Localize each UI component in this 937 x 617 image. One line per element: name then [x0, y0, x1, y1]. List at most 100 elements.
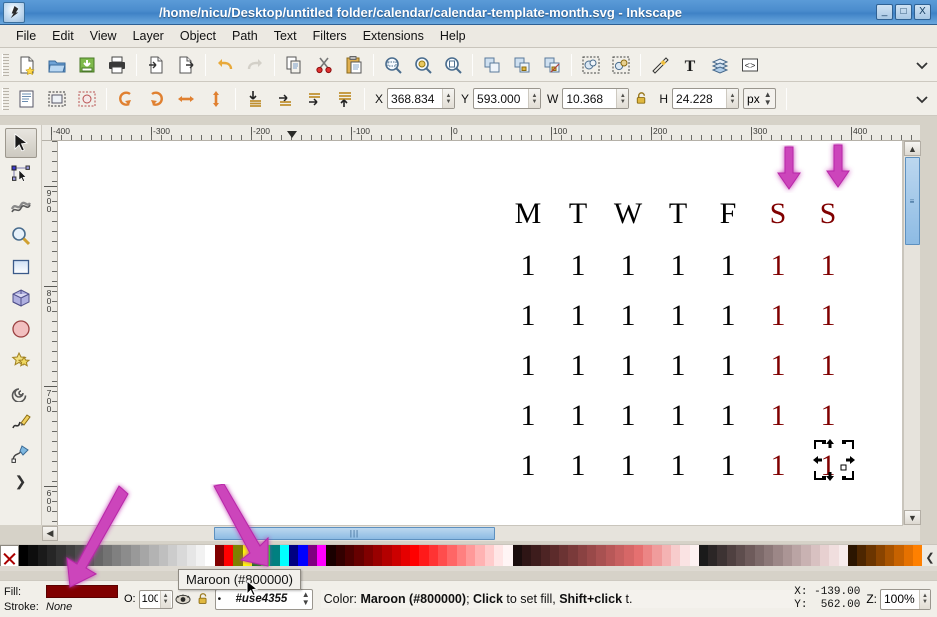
lower-to-bottom-button[interactable] [241, 85, 269, 113]
palette-swatch[interactable] [708, 545, 718, 567]
calendar-day-cell[interactable]: 1 [653, 241, 703, 291]
palette-swatch[interactable] [587, 545, 597, 567]
palette-swatch[interactable] [307, 545, 317, 567]
y-field[interactable]: ▲▼ [473, 88, 542, 109]
palette-swatch[interactable] [102, 545, 113, 567]
calendar-day-cell[interactable]: 1 [603, 341, 653, 391]
vscroll-up-button[interactable]: ▲ [904, 141, 921, 156]
ungroup-button[interactable] [607, 51, 635, 79]
select-all-button[interactable] [13, 85, 41, 113]
ellipse-tool[interactable] [5, 314, 37, 344]
calendar-day-cell[interactable]: 1 [703, 341, 753, 391]
raise-to-top-button[interactable] [331, 85, 359, 113]
calendar-day-cell[interactable]: 1 [503, 441, 553, 491]
palette-swatch[interactable] [158, 545, 168, 567]
calendar-header-sat[interactable]: S [753, 186, 803, 241]
node-editor-tool[interactable] [5, 159, 37, 189]
palette-swatch[interactable] [782, 545, 792, 567]
palette-swatch[interactable] [819, 545, 830, 567]
palette-swatch[interactable] [344, 545, 355, 567]
palette-swatch[interactable] [261, 545, 271, 567]
palette-swatch[interactable] [764, 545, 774, 567]
zoom-control[interactable]: Z: ▲▼ [866, 588, 931, 610]
calendar-day-cell[interactable]: 1 [803, 341, 853, 391]
drawing-canvas[interactable]: M T W T F S S 1 1 1 1 1 1 1 1 1 1 1 1 1 … [58, 141, 903, 525]
palette-swatch[interactable] [670, 545, 681, 567]
h-field[interactable]: ▲▼ [672, 88, 740, 109]
fill-stroke-indicator[interactable]: Fill: Stroke: None [0, 582, 120, 616]
palette-swatch[interactable] [745, 545, 755, 567]
palette-swatch[interactable] [279, 545, 290, 567]
palette-swatch[interactable] [56, 545, 66, 567]
palette-swatch[interactable] [335, 545, 345, 567]
palette-swatch[interactable] [754, 545, 764, 567]
eye-icon[interactable] [173, 589, 193, 609]
palette-swatch[interactable] [37, 545, 47, 567]
palette-swatch[interactable] [447, 545, 457, 567]
palette-swatch[interactable] [354, 545, 364, 567]
palette-swatch[interactable] [177, 545, 187, 567]
calendar-day-cell[interactable]: 1 [803, 441, 853, 491]
calendar-header-wed[interactable]: W [603, 186, 653, 241]
palette-swatch[interactable] [596, 545, 606, 567]
vscroll-thumb[interactable]: ≡ [905, 157, 920, 245]
menu-extensions[interactable]: Extensions [355, 26, 432, 46]
palette-swatch[interactable] [680, 545, 690, 567]
select-all-layers-button[interactable] [43, 85, 71, 113]
palette-swatch[interactable] [372, 545, 383, 567]
palette-swatch[interactable] [661, 545, 671, 567]
palette-swatch[interactable] [615, 545, 625, 567]
raise-button[interactable] [301, 85, 329, 113]
calendar-day-cell[interactable]: 1 [753, 241, 803, 291]
palette-swatch[interactable] [559, 545, 569, 567]
calendar-day-cell[interactable]: 1 [503, 241, 553, 291]
palette-swatch[interactable] [466, 545, 476, 567]
palette-swatch[interactable] [149, 545, 159, 567]
palette-swatch[interactable] [270, 545, 280, 567]
palette-swatch[interactable] [810, 545, 820, 567]
h-input[interactable] [673, 89, 727, 108]
close-button[interactable]: X [914, 4, 931, 20]
zoom-selection-button[interactable] [379, 51, 407, 79]
calendar-day-cell[interactable]: 1 [603, 391, 653, 441]
palette-swatch[interactable] [736, 545, 746, 567]
x-stepper[interactable]: ▲ ▼ [442, 89, 455, 108]
rectangle-tool[interactable] [5, 252, 37, 282]
palette-swatch[interactable] [726, 545, 737, 567]
opacity-input[interactable] [139, 590, 160, 608]
menu-path[interactable]: Path [224, 26, 266, 46]
palette-swatch[interactable] [847, 545, 858, 567]
menu-help[interactable]: Help [432, 26, 474, 46]
menu-file[interactable]: File [8, 26, 44, 46]
calendar-day-cell[interactable]: 1 [703, 241, 753, 291]
palette-swatch[interactable] [512, 545, 522, 567]
horizontal-scrollbar[interactable]: ◀ ||| [42, 525, 903, 541]
menu-edit[interactable]: Edit [44, 26, 82, 46]
layers-button[interactable] [706, 51, 734, 79]
y-stepper[interactable]: ▲ ▼ [528, 89, 541, 108]
layer-indicator[interactable]: • #use4355 ▲ ▼ [214, 588, 313, 610]
palette-swatch[interactable] [540, 545, 550, 567]
palette-swatch[interactable] [521, 545, 532, 567]
opacity-control[interactable]: O: ▲▼ [124, 589, 173, 609]
lock-icon[interactable] [193, 589, 213, 609]
calendar-day-cell[interactable]: 1 [703, 291, 753, 341]
palette-scrollbar[interactable] [0, 566, 937, 571]
palette-swatch[interactable] [829, 545, 839, 567]
zoom-input[interactable] [881, 589, 919, 609]
bezier-tool[interactable] [5, 438, 37, 468]
calendar-day-cell[interactable]: 1 [703, 441, 753, 491]
palette-swatch[interactable] [717, 545, 727, 567]
palette-swatch[interactable] [428, 545, 439, 567]
copy-button[interactable] [280, 51, 308, 79]
calendar-day-cell[interactable]: 1 [753, 441, 803, 491]
palette-swatch[interactable] [456, 545, 466, 567]
palette-swatch[interactable] [503, 545, 513, 567]
hscroll-thumb[interactable]: ||| [214, 527, 495, 540]
export-button[interactable] [172, 51, 200, 79]
tweak-tool[interactable] [5, 190, 37, 220]
calendar-day-cell[interactable]: 1 [803, 391, 853, 441]
palette-swatch[interactable] [242, 545, 252, 567]
zoom-field[interactable]: ▲▼ [880, 588, 931, 610]
calendar-day-cell[interactable]: 1 [553, 341, 603, 391]
